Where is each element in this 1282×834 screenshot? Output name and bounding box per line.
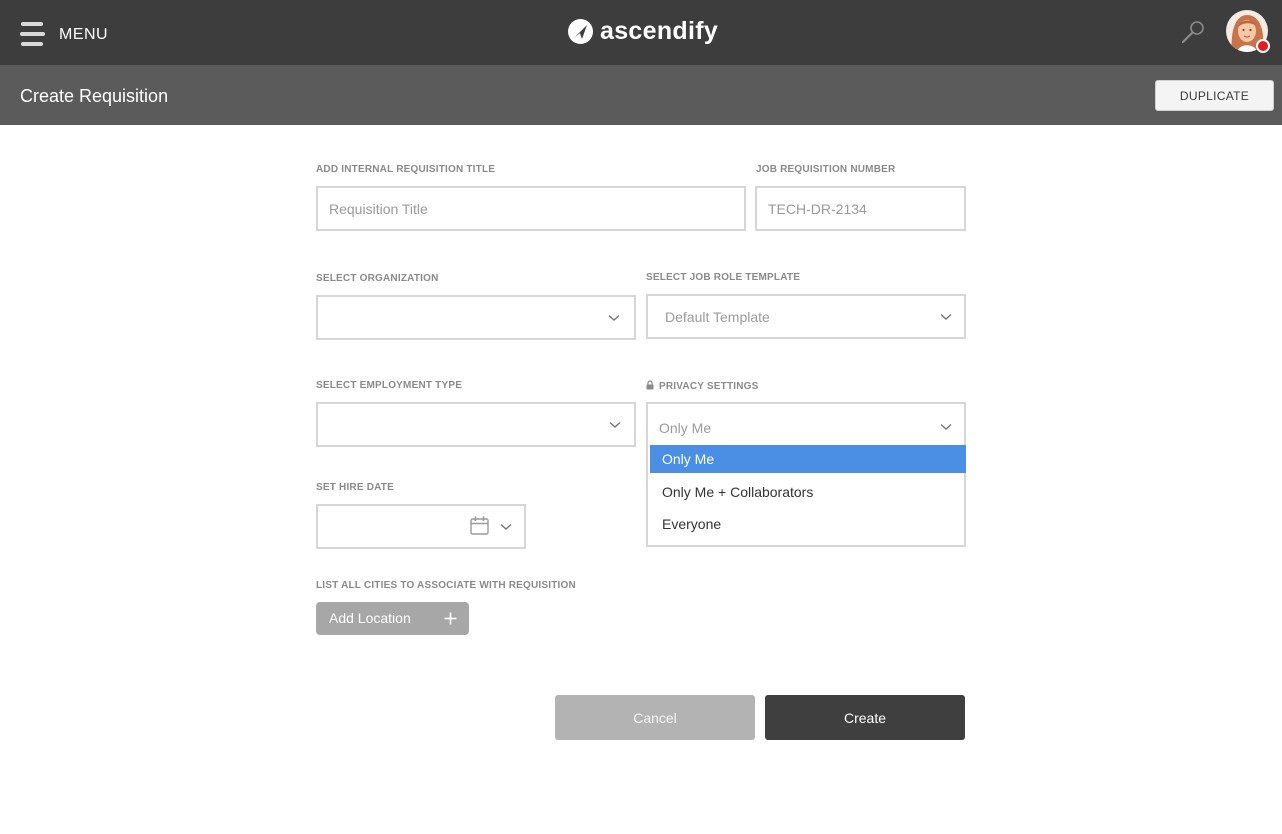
privacy-settings-label: PRIVACY SETTINGS (646, 380, 759, 392)
page-title: Create Requisition (20, 86, 169, 106)
organization-label: SELECT ORGANIZATION (316, 273, 439, 284)
top-navigation-bar: MENU ascendify (0, 0, 1282, 65)
privacy-option-only-me-collaborators[interactable]: Only Me + Collaborators (650, 478, 966, 506)
privacy-settings-value: Only Me (659, 420, 712, 436)
hamburger-icon (20, 22, 45, 48)
duplicate-button[interactable]: DUPLICATE (1155, 80, 1274, 111)
add-location-label: Add Location (329, 610, 411, 626)
privacy-settings-select[interactable]: Only Me (646, 402, 966, 447)
requisition-number-input[interactable]: TECH-DR-2134 (755, 186, 966, 231)
calendar-icon[interactable] (470, 516, 489, 535)
requisition-title-placeholder: Requisition Title (329, 200, 428, 217)
cancel-button[interactable]: Cancel (555, 695, 755, 740)
privacy-settings-dropdown: Only Me Only Me + Collaborators Everyone (646, 444, 966, 547)
hire-date-picker[interactable] (316, 504, 526, 549)
privacy-option-only-me[interactable]: Only Me (650, 445, 966, 473)
privacy-settings-label-text: PRIVACY SETTINGS (659, 381, 759, 392)
create-button[interactable]: Create (765, 695, 965, 740)
user-avatar[interactable] (1226, 10, 1270, 53)
job-role-template-value: Default Template (665, 308, 770, 325)
organization-select[interactable] (316, 295, 636, 340)
privacy-option-everyone[interactable]: Everyone (650, 510, 966, 538)
hire-date-label: SET HIRE DATE (316, 482, 394, 493)
chevron-down-icon (940, 313, 952, 320)
plus-icon (444, 612, 457, 625)
brand-name: ascendify (600, 16, 719, 45)
job-role-template-select[interactable]: Default Template (646, 294, 966, 339)
page-header-bar: Create Requisition DUPLICATE (0, 65, 1282, 125)
requisition-number-label: JOB REQUISITION NUMBER (756, 164, 896, 175)
requisition-number-placeholder: TECH-DR-2134 (768, 200, 867, 217)
ascendify-logo-icon (568, 18, 593, 44)
add-location-button[interactable]: Add Location (316, 602, 469, 635)
requisition-title-input[interactable]: Requisition Title (316, 186, 746, 231)
chevron-down-icon (609, 421, 621, 428)
requisition-title-label: ADD INTERNAL REQUISITION TITLE (316, 164, 496, 175)
chevron-down-icon (608, 314, 620, 321)
search-icon[interactable] (1180, 19, 1206, 45)
brand-logo[interactable]: ascendify (568, 16, 718, 46)
menu-label: MENU (59, 26, 109, 43)
job-role-template-label: SELECT JOB ROLE TEMPLATE (646, 272, 801, 283)
employment-type-label: SELECT EMPLOYMENT TYPE (316, 380, 463, 391)
menu-button[interactable]: MENU (20, 22, 108, 48)
locations-label: LIST ALL CITIES TO ASSOCIATE WITH REQUIS… (316, 580, 576, 591)
notification-badge (1256, 39, 1270, 53)
chevron-down-icon[interactable] (500, 523, 512, 531)
chevron-down-icon (940, 423, 952, 430)
lock-icon (646, 380, 654, 390)
employment-type-select[interactable] (316, 402, 636, 447)
